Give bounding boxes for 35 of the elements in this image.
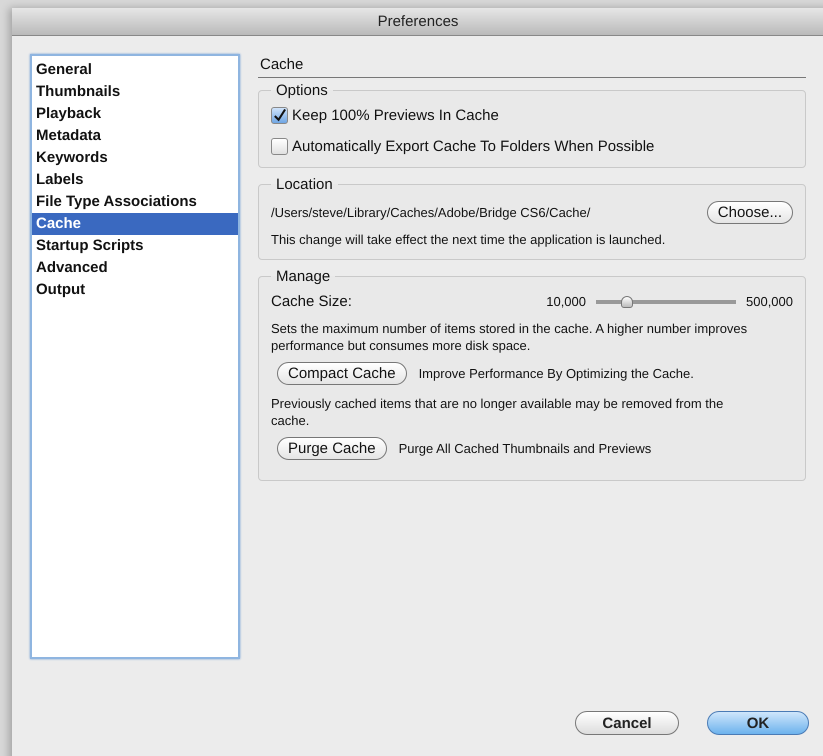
group-title: Location [275,176,334,193]
cache-size-note: Sets the maximum number of items stored in the cache. A higher number improves performance but consumes more disk space. [271,320,748,354]
category-item[interactable]: Cache [32,213,238,235]
category-item[interactable]: Labels [32,169,238,191]
window-title: Preferences [378,13,458,30]
group-title: Manage [275,268,332,285]
group-title: Options [275,82,329,99]
choose-button[interactable]: Choose... [706,201,793,224]
cache-path: /Users/steve/Library/Caches/Adobe/Bridge CS6/Cache/ [271,205,590,220]
slider-min-label: 10,000 [546,294,586,309]
category-item[interactable]: File Type Associations [32,191,238,213]
ok-button[interactable]: OK [707,711,809,735]
category-item[interactable]: Thumbnails [32,81,238,103]
category-item[interactable]: Output [32,279,238,301]
category-item[interactable]: Startup Scripts [32,235,238,257]
compact-description: Improve Performance By Optimizing the Cache. [418,366,694,381]
checkbox-label: Automatically Export Cache To Folders When Possible [292,138,654,155]
category-item[interactable]: Keywords [32,147,238,169]
cache-size-label: Cache Size: [271,293,353,310]
category-item[interactable]: Metadata [32,125,238,147]
checkbox-label: Keep 100% Previews In Cache [292,107,499,124]
cancel-button[interactable]: Cancel [575,711,679,735]
compact-note: Previously cached items that are no longer available may be removed from the cache. [271,395,724,429]
category-item[interactable]: Advanced [32,257,238,279]
slider-max-label: 500,000 [746,294,793,309]
page-title: Cache [258,54,806,78]
checkbox[interactable] [271,138,288,155]
slider-thumb[interactable] [620,296,633,308]
checkbox[interactable] [271,107,288,124]
category-item[interactable]: Playback [32,103,238,125]
location-note: This change will take effect the next time the application is launched. [271,232,666,247]
purge-cache-button[interactable]: Purge Cache [277,437,387,460]
purge-description: Purge All Cached Thumbnails and Previews [398,441,652,456]
compact-cache-button[interactable]: Compact Cache [277,362,407,385]
category-item[interactable]: General [32,59,238,81]
